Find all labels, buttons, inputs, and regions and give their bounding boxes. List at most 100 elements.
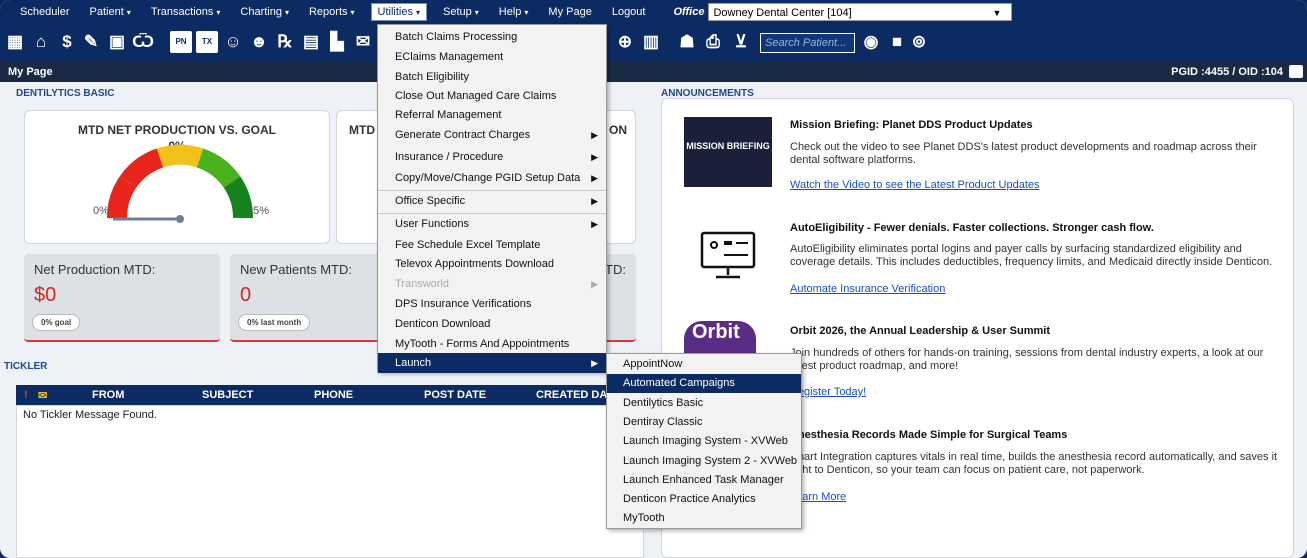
launch-menu-item[interactable]: Launch Imaging System 2 - XVWeb: [607, 452, 801, 471]
mission-briefing-thumbnail[interactable]: MISSION BRIEFING: [684, 117, 772, 187]
tooth-icon[interactable]: ▣: [106, 31, 128, 53]
home-icon[interactable]: ⌂: [30, 31, 52, 53]
caret-icon: ▾: [284, 8, 289, 17]
menu-scheduler[interactable]: Scheduler: [10, 0, 80, 24]
launch-menu-item[interactable]: Denticon Practice Analytics: [607, 490, 801, 509]
utilities-menu-item[interactable]: MyTooth - Forms And Appointments: [378, 334, 606, 354]
stat-label: New Patients MTD:: [240, 262, 352, 277]
utilities-menu-item[interactable]: Fee Schedule Excel Template: [378, 235, 606, 255]
utilities-menu-item[interactable]: Denticon Download: [378, 314, 606, 334]
utilities-menu-item[interactable]: Insurance / Procedure ▶: [378, 147, 606, 167]
menu-charting[interactable]: Charting ▾: [230, 0, 299, 24]
menu-reports[interactable]: Reports ▾: [299, 0, 365, 24]
menu-label: Logout: [611, 6, 646, 18]
priority-icon[interactable]: !: [24, 389, 28, 401]
menu-item-label: Launch Imaging System - XVWeb: [623, 435, 788, 448]
thumb-text: MISSION BRIEFING: [686, 141, 770, 151]
square-icon[interactable]: ■: [886, 31, 908, 53]
menu-label: Reports: [308, 6, 348, 18]
menu-item-label: Launch: [395, 357, 432, 369]
launch-menu-item[interactable]: Launch Enhanced Task Manager: [607, 471, 801, 490]
utilities-dropdown: Batch Claims Processing EClaims Managemen…: [377, 24, 607, 373]
print-icon[interactable]: [1289, 65, 1303, 78]
launch-menu-item[interactable]: Launch Imaging System - XVWeb: [607, 432, 801, 451]
globe-icon[interactable]: ⊕: [614, 31, 636, 53]
column-phone[interactable]: PHONE: [314, 389, 353, 401]
column-subject[interactable]: SUBJECT: [202, 389, 253, 401]
announcement-link[interactable]: Automate Insurance Verification: [790, 283, 945, 295]
menu-my-page[interactable]: My Page: [538, 0, 601, 24]
users-remove-icon[interactable]: ☻: [248, 31, 270, 53]
menu-label: Scheduler: [20, 6, 70, 18]
submenu-arrow-icon: ▶: [591, 173, 598, 183]
stat-label: Net Production MTD:: [34, 262, 156, 277]
submenu-arrow-icon: ▶: [591, 358, 598, 368]
announcement-link[interactable]: Watch the Video to see the Latest Produc…: [790, 179, 1040, 191]
utilities-menu-item[interactable]: EClaims Management: [378, 47, 606, 67]
pn-icon[interactable]: PN: [170, 31, 192, 53]
utilities-menu-item[interactable]: Batch Claims Processing: [378, 27, 606, 47]
chart-icon[interactable]: ▥: [640, 31, 662, 53]
menu-help[interactable]: Help ▾: [489, 0, 539, 24]
launch-menu-item[interactable]: MyTooth: [607, 509, 801, 528]
submenu-arrow-icon: ▶: [591, 219, 598, 229]
announcement-title: AutoEligibility - Fewer denials. Faster …: [790, 222, 1154, 234]
column-from[interactable]: FROM: [92, 389, 124, 401]
find-icon[interactable]: ⊚: [908, 31, 930, 53]
stat-pill: 0% goal: [32, 314, 81, 331]
users-add-icon[interactable]: ☺: [222, 31, 244, 53]
launch-menu-item[interactable]: AppointNow: [607, 355, 801, 374]
toolbar: ▦ ⌂ $ ✎ ▣ Ѿ PN TX ☺ ☻ ℞ ▤ ▙ ✉ ⊕ ▥ ☗ ⎙ ⊻ …: [0, 24, 1307, 62]
utilities-menu-item[interactable]: Copy/Move/Change PGID Setup Data ▶: [378, 168, 606, 188]
office-select[interactable]: Downey Dental Center [104] ▼: [708, 3, 1013, 21]
search-patient-input[interactable]: Search Patient...: [760, 33, 855, 53]
menu-label: My Page: [548, 6, 592, 18]
stat-value: $0: [34, 284, 57, 306]
menu-logout[interactable]: Logout: [602, 0, 656, 24]
printer-icon[interactable]: ⎙: [702, 31, 724, 53]
menu-item-label: Batch Claims Processing: [395, 31, 518, 43]
menu-item-label: Televox Appointments Download: [395, 258, 554, 270]
menu-item-label: Batch Eligibility: [395, 71, 469, 83]
utilities-menu-item[interactable]: DPS Insurance Verifications: [378, 294, 606, 314]
launch-menu-item[interactable]: Dentilytics Basic: [607, 394, 801, 413]
empty-message: No Tickler Message Found.: [23, 409, 157, 421]
mail-icon[interactable]: ✉: [352, 31, 374, 53]
utilities-menu-item[interactable]: Televox Appointments Download: [378, 254, 606, 274]
utilities-menu-item[interactable]: Batch Eligibility: [378, 67, 606, 87]
menu-patient[interactable]: Patient ▾: [80, 0, 141, 24]
orbit-thumbnail[interactable]: Orbit: [684, 321, 756, 355]
rx-icon[interactable]: ℞: [274, 31, 296, 53]
utilities-menu-item[interactable]: Office Specific ▶: [378, 190, 606, 210]
utilities-menu-item[interactable]: Close Out Managed Care Claims: [378, 86, 606, 106]
utilities-menu-item[interactable]: Generate Contract Charges ▶: [378, 125, 606, 145]
app-window: Scheduler Patient ▾ Transactions ▾ Chartin…: [0, 0, 1307, 558]
launch-menu-item[interactable]: Automated Campaigns: [607, 374, 801, 394]
document-icon[interactable]: ▙: [326, 31, 348, 53]
menu-setup[interactable]: Setup ▾: [433, 0, 489, 24]
tooth-outline-icon[interactable]: Ѿ: [132, 31, 154, 53]
column-created-date[interactable]: CREATED DAT: [536, 389, 613, 401]
menu-utilities[interactable]: Utilities ▾: [370, 3, 427, 21]
calendar-icon[interactable]: ▦: [4, 31, 26, 53]
family-icon[interactable]: ☗: [676, 31, 698, 53]
search-patient-icon[interactable]: ◉: [860, 31, 882, 53]
dollar-icon[interactable]: $: [56, 31, 78, 53]
envelope-icon[interactable]: ✉: [38, 389, 47, 402]
tx-icon[interactable]: TX: [196, 31, 218, 53]
stat-value: 0: [240, 284, 252, 306]
message-icon[interactable]: ▤: [300, 31, 322, 53]
menu-transactions[interactable]: Transactions ▾: [141, 0, 231, 24]
pen-icon[interactable]: ✎: [80, 31, 102, 53]
utilities-menu-item[interactable]: Launch ▶: [378, 353, 606, 373]
column-post-date[interactable]: POST DATE: [424, 389, 486, 401]
stat-label: TD:: [605, 262, 626, 277]
gauge-card-net-production: MTD NET PRODUCTION VS. GOAL 0% 0% 25%: [24, 110, 330, 244]
utilities-menu-item: Transworld ▶: [378, 274, 606, 294]
collapse-icon[interactable]: ⊻: [730, 31, 752, 53]
menu-label: Setup: [443, 6, 472, 18]
utilities-menu-item[interactable]: Referral Management: [378, 105, 606, 125]
launch-menu-item[interactable]: Dentiray Classic: [607, 413, 801, 432]
stat-net-production: Net Production MTD: $0 0% goal: [24, 254, 220, 342]
utilities-menu-item[interactable]: User Functions ▶: [378, 213, 606, 233]
